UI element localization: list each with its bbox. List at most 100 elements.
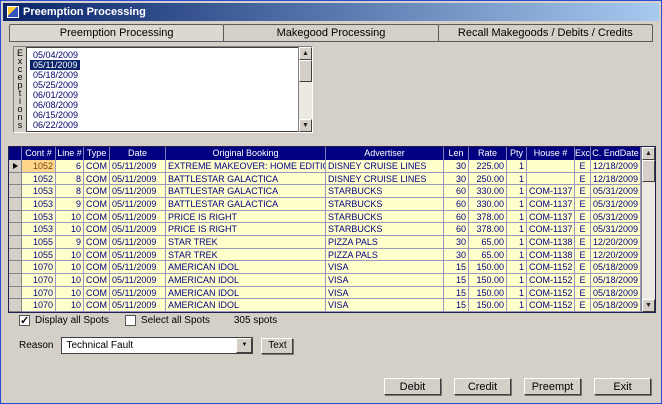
row-selector[interactable] bbox=[9, 160, 22, 173]
cell-enddate[interactable]: 12/18/2009 bbox=[591, 160, 641, 173]
scroll-down-button[interactable]: ▼ bbox=[299, 119, 312, 132]
exception-date-option[interactable]: 05/18/2009 bbox=[30, 70, 81, 80]
column-header-advertiser[interactable]: Advertiser bbox=[326, 147, 444, 160]
cell-exc[interactable]: E bbox=[575, 236, 591, 249]
exit-button[interactable]: Exit bbox=[594, 378, 651, 395]
cell-booking[interactable]: STAR TREK bbox=[166, 249, 326, 262]
grid-row[interactable]: 105510COM05/11/2009STAR TREKPIZZA PALS30… bbox=[9, 249, 641, 262]
row-selector[interactable] bbox=[9, 223, 22, 236]
cell-pty[interactable]: 1 bbox=[507, 261, 527, 274]
cell-booking[interactable]: BATTLESTAR GALACTICA bbox=[166, 198, 326, 211]
row-selector[interactable] bbox=[9, 198, 22, 211]
cell-type[interactable]: COM bbox=[84, 249, 110, 262]
cell-exc[interactable]: E bbox=[575, 274, 591, 287]
cell-pty[interactable]: 1 bbox=[507, 160, 527, 173]
text-button[interactable]: Text bbox=[261, 338, 293, 354]
cell-booking[interactable]: PRICE IS RIGHT bbox=[166, 223, 326, 236]
cell-exc[interactable]: E bbox=[575, 287, 591, 300]
tab-makegood-processing[interactable]: Makegood Processing bbox=[223, 24, 438, 41]
row-selector[interactable] bbox=[9, 236, 22, 249]
column-header-len[interactable]: Len bbox=[444, 147, 469, 160]
cell-date[interactable]: 05/11/2009 bbox=[110, 173, 166, 186]
cell-rate[interactable]: 378.00 bbox=[469, 223, 507, 236]
cell-house[interactable]: COM-1152 bbox=[527, 299, 575, 312]
cell-pty[interactable]: 1 bbox=[507, 299, 527, 312]
cell-type[interactable]: COM bbox=[84, 223, 110, 236]
cell-line[interactable]: 8 bbox=[56, 173, 84, 186]
cell-house[interactable]: COM-1137 bbox=[527, 185, 575, 198]
cell-rate[interactable]: 225.00 bbox=[469, 160, 507, 173]
cell-pty[interactable]: 1 bbox=[507, 198, 527, 211]
cell-type[interactable]: COM bbox=[84, 173, 110, 186]
cell-type[interactable]: COM bbox=[84, 299, 110, 312]
cell-exc[interactable]: E bbox=[575, 173, 591, 186]
cell-pty[interactable]: 1 bbox=[507, 211, 527, 224]
cell-enddate[interactable]: 05/18/2009 bbox=[591, 274, 641, 287]
cell-advertiser[interactable]: STARBUCKS bbox=[326, 185, 444, 198]
cell-advertiser[interactable]: VISA bbox=[326, 274, 444, 287]
grid-row[interactable]: 107010COM05/11/2009AMERICAN IDOLVISA1515… bbox=[9, 261, 641, 274]
cell-rate[interactable]: 150.00 bbox=[469, 299, 507, 312]
cell-type[interactable]: COM bbox=[84, 198, 110, 211]
cell-booking[interactable]: BATTLESTAR GALACTICA bbox=[166, 173, 326, 186]
cell-len[interactable]: 15 bbox=[444, 287, 469, 300]
cell-exc[interactable]: E bbox=[575, 299, 591, 312]
cell-advertiser[interactable]: STARBUCKS bbox=[326, 198, 444, 211]
cell-enddate[interactable]: 05/31/2009 bbox=[591, 211, 641, 224]
row-selector[interactable] bbox=[9, 173, 22, 186]
cell-type[interactable]: COM bbox=[84, 261, 110, 274]
cell-house[interactable]: COM-1137 bbox=[527, 198, 575, 211]
cell-enddate[interactable]: 12/20/2009 bbox=[591, 236, 641, 249]
cell-enddate[interactable]: 05/18/2009 bbox=[591, 261, 641, 274]
display-all-checkbox[interactable]: ✓ bbox=[19, 315, 30, 326]
credit-button[interactable]: Credit bbox=[454, 378, 511, 395]
grid-row[interactable]: 105310COM05/11/2009PRICE IS RIGHTSTARBUC… bbox=[9, 211, 641, 224]
row-selector[interactable] bbox=[9, 274, 22, 287]
cell-booking[interactable]: AMERICAN IDOL bbox=[166, 299, 326, 312]
cell-exc[interactable]: E bbox=[575, 160, 591, 173]
cell-booking[interactable]: EXTREME MAKEOVER: HOME EDITION bbox=[166, 160, 326, 173]
cell-type[interactable]: COM bbox=[84, 160, 110, 173]
cell-advertiser[interactable]: PIZZA PALS bbox=[326, 236, 444, 249]
cell-line[interactable]: 10 bbox=[56, 211, 84, 224]
cell-advertiser[interactable]: VISA bbox=[326, 287, 444, 300]
column-header-type[interactable]: Type bbox=[84, 147, 110, 160]
cell-type[interactable]: COM bbox=[84, 185, 110, 198]
cell-rate[interactable]: 250.00 bbox=[469, 173, 507, 186]
cell-date[interactable]: 05/11/2009 bbox=[110, 185, 166, 198]
cell-booking[interactable]: AMERICAN IDOL bbox=[166, 287, 326, 300]
cell-advertiser[interactable]: STARBUCKS bbox=[326, 211, 444, 224]
scroll-down-button[interactable]: ▼ bbox=[642, 299, 655, 312]
grid-row[interactable]: 10559COM05/11/2009STAR TREKPIZZA PALS306… bbox=[9, 236, 641, 249]
cell-pty[interactable]: 1 bbox=[507, 223, 527, 236]
scrollbar-thumb[interactable] bbox=[642, 160, 655, 182]
cell-line[interactable]: 10 bbox=[56, 274, 84, 287]
cell-date[interactable]: 05/11/2009 bbox=[110, 211, 166, 224]
grid-row[interactable]: 107010COM05/11/2009AMERICAN IDOLVISA1515… bbox=[9, 299, 641, 312]
cell-len[interactable]: 30 bbox=[444, 249, 469, 262]
cell-date[interactable]: 05/11/2009 bbox=[110, 236, 166, 249]
cell-cont[interactable]: 1070 bbox=[22, 287, 56, 300]
cell-house[interactable]: COM-1152 bbox=[527, 261, 575, 274]
exception-date-option[interactable]: 06/01/2009 bbox=[30, 90, 81, 100]
cell-pty[interactable]: 1 bbox=[507, 274, 527, 287]
exception-date-option[interactable]: 06/22/2009 bbox=[30, 120, 81, 130]
cell-advertiser[interactable]: STARBUCKS bbox=[326, 223, 444, 236]
cell-len[interactable]: 60 bbox=[444, 185, 469, 198]
cell-house[interactable]: COM-1138 bbox=[527, 249, 575, 262]
cell-pty[interactable]: 1 bbox=[507, 249, 527, 262]
scroll-up-button[interactable]: ▲ bbox=[642, 147, 655, 160]
cell-rate[interactable]: 330.00 bbox=[469, 198, 507, 211]
cell-booking[interactable]: STAR TREK bbox=[166, 236, 326, 249]
cell-advertiser[interactable]: VISA bbox=[326, 261, 444, 274]
cell-house[interactable] bbox=[527, 173, 575, 186]
cell-rate[interactable]: 150.00 bbox=[469, 261, 507, 274]
tab-preemption-processing[interactable]: Preemption Processing bbox=[9, 24, 224, 41]
cell-enddate[interactable]: 05/31/2009 bbox=[591, 223, 641, 236]
cell-type[interactable]: COM bbox=[84, 236, 110, 249]
column-header-pty[interactable]: Pty bbox=[507, 147, 527, 160]
column-header-house[interactable]: House # bbox=[527, 147, 575, 160]
column-header-cont[interactable]: Cont # bbox=[22, 147, 56, 160]
row-selector[interactable] bbox=[9, 261, 22, 274]
cell-house[interactable]: COM-1152 bbox=[527, 274, 575, 287]
